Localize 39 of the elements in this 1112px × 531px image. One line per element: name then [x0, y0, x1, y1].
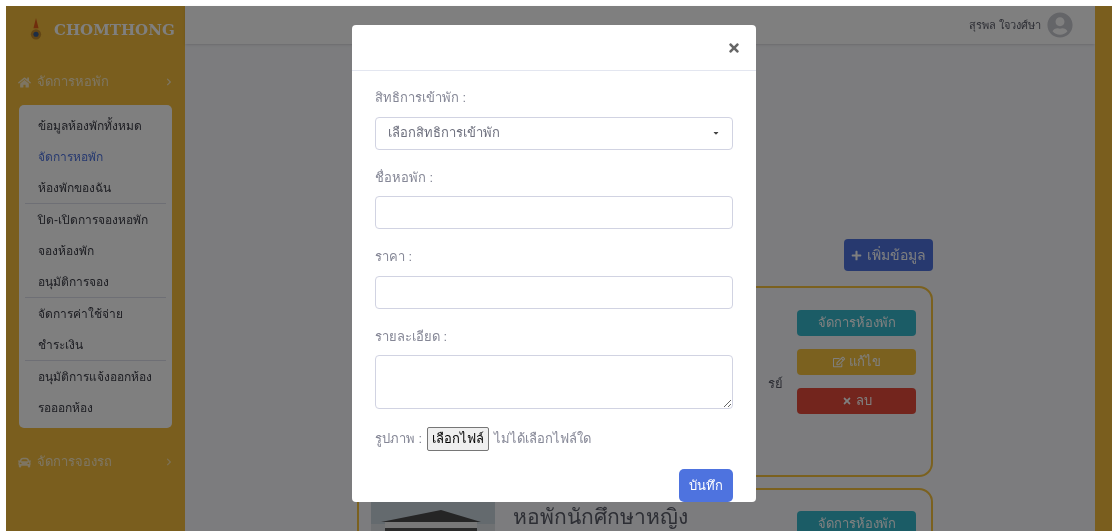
input-field[interactable]	[375, 196, 733, 229]
submenu-item[interactable]: รอออกห้อง	[25, 392, 166, 423]
input-field[interactable]	[375, 275, 733, 309]
submenu-item[interactable]: อนุมัติการจอง	[25, 266, 166, 297]
dorm-detail: รย์	[768, 375, 783, 393]
edit-icon	[832, 356, 845, 368]
textarea-field[interactable]	[375, 355, 733, 409]
submenu-item[interactable]: จองห้องพัก	[25, 235, 166, 266]
brand-name: CHOMTHONG	[54, 19, 175, 41]
field-label: ราคา :	[375, 248, 414, 266]
save-button[interactable]: บันทึก	[679, 469, 733, 502]
avatar-icon[interactable]	[1047, 12, 1073, 38]
car-icon	[18, 455, 31, 469]
dorm-title: หอพักนักศึกษาหญิง	[513, 505, 688, 529]
section-label: จัดการจองรถ	[37, 453, 113, 472]
add-button[interactable]: เพิ่มข้อมูล	[844, 239, 933, 271]
delete-button[interactable]: ลบ	[797, 388, 916, 414]
user-name: สุรพล ใจวงศ์ษา	[968, 17, 1041, 34]
submenu-item[interactable]: อนุมัติการแจ้งออกห้อง	[25, 361, 166, 392]
close-icon	[728, 40, 740, 55]
submenu-item[interactable]: จัดการหอพัก	[25, 141, 166, 172]
chevron-icon	[165, 78, 173, 86]
field-label: สิทธิการเข้าพัก :	[375, 89, 468, 107]
home-icon	[18, 75, 31, 89]
field-label: ชื่อหอพัก :	[375, 168, 435, 187]
section-label: จัดการหอพัก	[37, 73, 110, 92]
field-label: รายละเอียด :	[375, 327, 449, 346]
plus-icon	[851, 249, 862, 261]
submenu-item[interactable]: ปิด-เปิดการจองหอพัก	[25, 204, 166, 235]
caret-icon	[712, 129, 720, 137]
submenu-item[interactable]: ชำระเงิน	[25, 329, 166, 360]
submenu-item[interactable]: ห้องพักของฉัน	[25, 172, 166, 203]
choose-file-button[interactable]: เลือกไฟล์	[427, 427, 490, 451]
close-icon	[841, 396, 852, 406]
field-label: รูปภาพ :	[375, 430, 423, 449]
file-status: ไม่ได้เลือกไฟล์ใด	[494, 430, 592, 449]
submenu-item[interactable]: ข้อมูลห้องพักทั้งหมด	[25, 110, 166, 141]
select-field[interactable]: เลือกสิทธิการเข้าพัก	[375, 116, 733, 150]
submenu-item[interactable]: จัดการค่าใช้จ่าย	[25, 298, 166, 329]
